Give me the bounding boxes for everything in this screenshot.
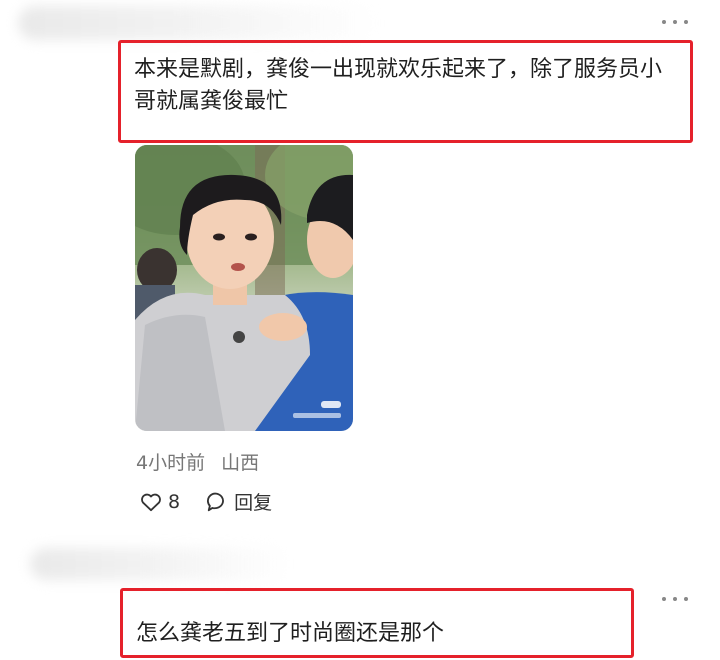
comment-location: 山西	[221, 452, 260, 474]
comment-item: 本来是默剧，龚俊一出现就欢乐起来了，除了服务员小哥就属龚俊最忙 4小时前 山西 …	[0, 0, 720, 540]
blurred-user-header	[30, 548, 290, 580]
comment-time: 4小时前	[136, 452, 206, 474]
more-icon[interactable]	[662, 18, 688, 26]
comment-bubble-icon	[207, 492, 224, 511]
like-button[interactable]: 8	[140, 491, 180, 513]
comment-text: 本来是默剧，龚俊一出现就欢乐起来了，除了服务员小哥就属龚俊最忙	[134, 57, 663, 114]
comment-item: 怎么龚老五到了时尚圈还是那个	[0, 540, 720, 660]
blurred-user-header	[18, 6, 378, 40]
comment-meta: 4小时前 山西	[136, 448, 259, 475]
comment-text: 怎么龚老五到了时尚圈还是那个	[136, 621, 445, 646]
heart-icon	[141, 493, 161, 511]
comment-actions: 8 回复	[140, 488, 298, 515]
reply-button[interactable]: 回复	[206, 488, 272, 515]
comment-image[interactable]	[135, 145, 353, 431]
more-icon[interactable]	[662, 595, 688, 603]
like-count: 8	[168, 490, 181, 513]
reply-label: 回复	[234, 492, 273, 514]
